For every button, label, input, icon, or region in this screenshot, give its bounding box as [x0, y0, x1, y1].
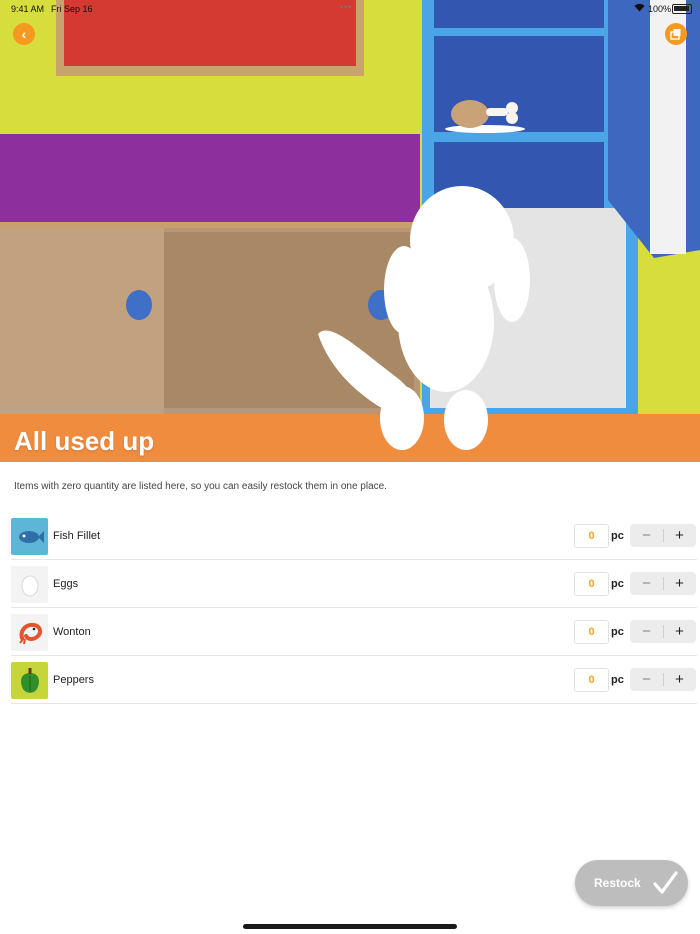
- share-icon: [670, 29, 681, 40]
- list-item[interactable]: Fish Fillet 0 pc − +: [11, 512, 697, 560]
- quantity-stepper: − +: [630, 668, 696, 691]
- item-name: Wonton: [53, 626, 91, 638]
- battery-icon: [672, 4, 692, 14]
- item-name: Peppers: [53, 674, 94, 686]
- item-list: Fish Fillet 0 pc − + Eggs 0 pc − + Wonto…: [11, 512, 697, 704]
- chevron-left-icon: ‹: [21, 26, 27, 42]
- home-indicator[interactable]: [243, 924, 457, 929]
- unit-label: pc: [611, 674, 624, 686]
- list-item[interactable]: Wonton 0 pc − +: [11, 608, 697, 656]
- restock-button[interactable]: Restock: [575, 860, 688, 906]
- kitchen-scene-illustration: [0, 0, 700, 462]
- wifi-icon: [634, 3, 645, 14]
- unit-label: pc: [611, 530, 624, 542]
- fish-icon: [11, 518, 48, 555]
- quantity-input[interactable]: 0: [574, 668, 609, 692]
- share-button[interactable]: [665, 23, 687, 45]
- quantity-stepper: − +: [630, 620, 696, 643]
- decrement-button[interactable]: −: [630, 572, 663, 595]
- unit-label: pc: [611, 578, 624, 590]
- back-button[interactable]: ‹: [13, 23, 35, 45]
- multitasking-dots-icon: •••: [340, 2, 353, 12]
- hero-illustration: [0, 0, 700, 462]
- status-time: 9:41 AM: [11, 4, 45, 14]
- shrimp-icon: [11, 614, 48, 651]
- decrement-button[interactable]: −: [630, 668, 663, 691]
- quantity-input[interactable]: 0: [574, 572, 609, 596]
- status-date: Fri Sep 16: [51, 4, 93, 14]
- item-name: Fish Fillet: [53, 530, 101, 542]
- item-name: Eggs: [53, 578, 79, 590]
- page-description: Items with zero quantity are listed here…: [14, 481, 387, 492]
- pepper-icon: [11, 662, 48, 699]
- quantity-input[interactable]: 0: [574, 524, 609, 548]
- quantity-stepper: − +: [630, 524, 696, 547]
- quantity-stepper: − +: [630, 572, 696, 595]
- egg-icon: [11, 566, 48, 603]
- unit-label: pc: [611, 626, 624, 638]
- increment-button[interactable]: +: [663, 668, 696, 691]
- battery-percentage: 100%: [648, 4, 672, 14]
- decrement-button[interactable]: −: [630, 620, 663, 643]
- status-bar: 9:41 AM Fri Sep 16 ••• 100%: [0, 0, 700, 18]
- quantity-input[interactable]: 0: [574, 620, 609, 644]
- increment-button[interactable]: +: [663, 572, 696, 595]
- decrement-button[interactable]: −: [630, 524, 663, 547]
- increment-button[interactable]: +: [663, 620, 696, 643]
- page-title: All used up: [14, 426, 155, 456]
- restock-label: Restock: [594, 876, 641, 890]
- list-item[interactable]: Peppers 0 pc − +: [11, 656, 697, 704]
- checkmark-icon: [653, 871, 678, 894]
- increment-button[interactable]: +: [663, 524, 696, 547]
- list-item[interactable]: Eggs 0 pc − +: [11, 560, 697, 608]
